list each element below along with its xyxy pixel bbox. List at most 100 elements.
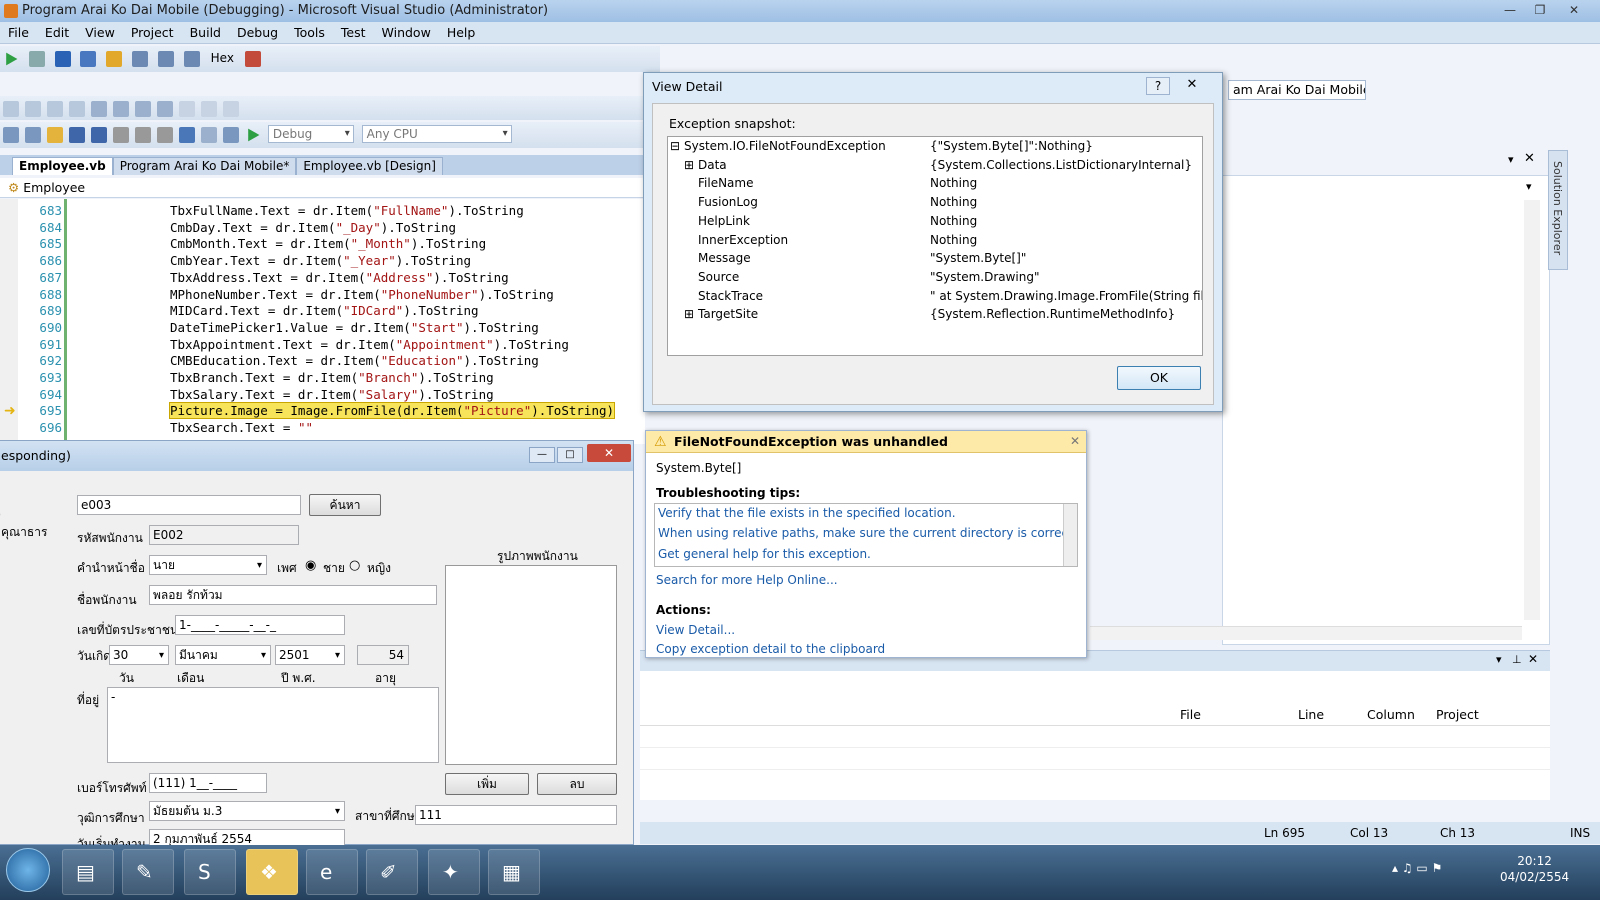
taskbar-app-4[interactable]: ❖ (246, 849, 298, 895)
parameter-info-icon[interactable] (25, 101, 41, 117)
code-line[interactable]: TbxAppointment.Text = dr.Item("Appointme… (170, 337, 569, 352)
code-line[interactable]: DateTimePicker1.Value = dr.Item("Start")… (170, 320, 539, 335)
snapshot-row[interactable]: ⊟ System.IO.FileNotFoundException {"System… (668, 137, 1202, 155)
code-line[interactable]: TbxSalary.Text = dr.Item("Salary").ToStr… (170, 387, 494, 402)
clock[interactable]: 20:12 04/02/2554 (1500, 853, 1569, 885)
column-file[interactable]: File (1180, 707, 1201, 722)
snapshot-row[interactable]: Message "System.Byte[]" (668, 249, 1202, 267)
bookmark-icon[interactable] (179, 101, 195, 117)
male-radio[interactable]: ◉ (305, 558, 316, 573)
comment-icon[interactable] (135, 101, 151, 117)
list-members-icon[interactable] (3, 101, 19, 117)
prefix-dropdown[interactable]: นาย (149, 555, 267, 575)
menu-build[interactable]: Build (182, 22, 229, 44)
employee-name-field[interactable]: พลอย รักท้วม (149, 585, 437, 605)
menu-tools[interactable]: Tools (286, 22, 333, 44)
snapshot-row[interactable]: ⊞ TargetSite {System.Reflection.RuntimeMet… (668, 305, 1202, 323)
address-textarea[interactable]: - (107, 687, 439, 763)
paste-icon[interactable] (157, 127, 173, 143)
solution-platform-dropdown[interactable]: Any CPU (361, 125, 512, 143)
snapshot-row[interactable]: StackTrace " at System.Drawing.Image.From… (668, 287, 1202, 305)
tip-verify-file[interactable]: Verify that the file exists in the speci… (658, 506, 956, 520)
search-button[interactable]: ค้นหา (309, 494, 381, 516)
start-button[interactable] (6, 848, 50, 892)
snapshot-row[interactable]: HelpLink Nothing (668, 212, 1202, 230)
employee-photo-box[interactable] (445, 565, 617, 765)
tip-general-help[interactable]: Get general help for this exception. (658, 547, 871, 561)
taskbar-internet-explorer[interactable]: e (306, 849, 358, 895)
column-project[interactable]: Project (1436, 707, 1479, 722)
form-maximize-button[interactable]: □ (557, 447, 583, 463)
indent-icon[interactable] (113, 101, 129, 117)
taskbar-app-2[interactable]: ✎ (122, 849, 174, 895)
step-out-icon[interactable] (183, 51, 200, 67)
tab-dropdown-icon[interactable]: ▾ (1508, 153, 1514, 166)
snapshot-row[interactable]: InnerException Nothing (668, 231, 1202, 249)
show-next-statement-icon[interactable] (106, 51, 123, 67)
code-line[interactable]: TbxAddress.Text = dr.Item("Address").ToS… (170, 270, 509, 285)
ok-button[interactable]: OK (1117, 366, 1201, 390)
delete-photo-button[interactable]: ลบ (537, 773, 617, 795)
education-dropdown[interactable]: มัธยมต้น ม.3 (149, 801, 345, 821)
next-bookmark-icon[interactable] (223, 101, 239, 117)
break-all-icon[interactable] (28, 51, 45, 67)
prev-bookmark-icon[interactable] (201, 101, 217, 117)
close-panel-icon[interactable]: ✕ (1528, 652, 1538, 666)
add-item-icon[interactable] (25, 127, 41, 143)
birth-year-dropdown[interactable]: 2501 (275, 645, 345, 665)
snapshot-row[interactable]: Source "System.Drawing" (668, 268, 1202, 286)
pin-icon[interactable]: ⊥ (1512, 653, 1522, 666)
age-field[interactable]: 54 (357, 645, 409, 665)
member-dropdown-icon[interactable]: ▾ (1526, 180, 1532, 193)
birth-day-dropdown[interactable]: 30 (109, 645, 169, 665)
tip-relative-paths[interactable]: When using relative paths, make sure the… (658, 526, 1077, 540)
taskbar-app-8[interactable]: ▦ (488, 849, 540, 895)
code-line[interactable]: TbxSearch.Text = "" (170, 420, 313, 435)
uncomment-icon[interactable] (157, 101, 173, 117)
menu-help[interactable]: Help (439, 22, 484, 44)
exception-snapshot-tree[interactable]: ⊟ System.IO.FileNotFoundException {"System… (667, 136, 1203, 356)
solution-explorer-tab[interactable]: Solution Explorer (1548, 150, 1568, 270)
taskbar-skype[interactable]: S (184, 849, 236, 895)
navigate-icon[interactable] (223, 127, 239, 143)
minimize-button[interactable]: — (1496, 1, 1524, 19)
code-line[interactable]: TbxBranch.Text = dr.Item("Branch").ToStr… (170, 370, 494, 385)
code-line[interactable]: MPhoneNumber.Text = dr.Item("PhoneNumber… (170, 287, 554, 302)
stop-debugging-icon[interactable] (54, 51, 71, 67)
undo-icon[interactable] (179, 127, 195, 143)
search-input[interactable]: e003 (77, 495, 301, 515)
tab-program-project[interactable]: Program Arai Ko Dai Mobile* (112, 157, 297, 175)
open-file-icon[interactable] (47, 127, 63, 143)
code-line[interactable]: MIDCard.Text = dr.Item("IDCard").ToStrin… (170, 303, 479, 318)
taskbar-app-6[interactable]: ✐ (366, 849, 418, 895)
search-help-online-link[interactable]: Search for more Help Online... (656, 573, 838, 587)
column-line[interactable]: Line (1298, 707, 1324, 722)
copy-icon[interactable] (135, 127, 151, 143)
expand-icon[interactable]: ⊞ (684, 156, 694, 174)
help-button[interactable]: ? (1146, 77, 1170, 95)
tab-employee-design[interactable]: Employee.vb [Design] (296, 157, 443, 175)
start-debugging-icon[interactable] (248, 128, 260, 142)
employee-id-field[interactable]: E002 (149, 525, 299, 545)
close-dialog-button[interactable]: ✕ (1180, 77, 1204, 95)
menu-view[interactable]: View (77, 22, 123, 44)
collapse-icon[interactable]: ⊟ (670, 137, 680, 155)
code-line[interactable]: TbxFullName.Text = dr.Item("FullName").T… (170, 203, 524, 218)
continue-icon[interactable] (6, 52, 18, 66)
startup-project-dropdown[interactable]: am Arai Ko Dai Mobile (1228, 80, 1366, 100)
copy-exception-link[interactable]: Copy exception detail to the clipboard (656, 642, 885, 656)
step-over-icon[interactable] (157, 51, 174, 67)
column-column[interactable]: Column (1367, 707, 1415, 722)
code-editor[interactable]: 683 TbxFullName.Text = dr.Item("FullName"… (0, 199, 645, 444)
save-all-icon[interactable] (91, 127, 107, 143)
solution-configuration-dropdown[interactable]: Debug (267, 125, 354, 143)
code-line[interactable]: CMBEducation.Text = dr.Item("Education")… (170, 353, 539, 368)
form-minimize-button[interactable]: — (529, 447, 555, 463)
editor-vertical-scrollbar[interactable] (1524, 200, 1540, 620)
snapshot-row[interactable]: FileName Nothing (668, 174, 1202, 192)
menu-window[interactable]: Window (374, 22, 439, 44)
step-into-icon[interactable] (132, 51, 149, 67)
class-navigation-bar[interactable]: ⚙ Employee (0, 178, 650, 198)
tray-icons[interactable]: ▴ ♫ ▭ ⚑ (1392, 861, 1442, 875)
maximize-button[interactable]: ❐ (1526, 1, 1554, 19)
